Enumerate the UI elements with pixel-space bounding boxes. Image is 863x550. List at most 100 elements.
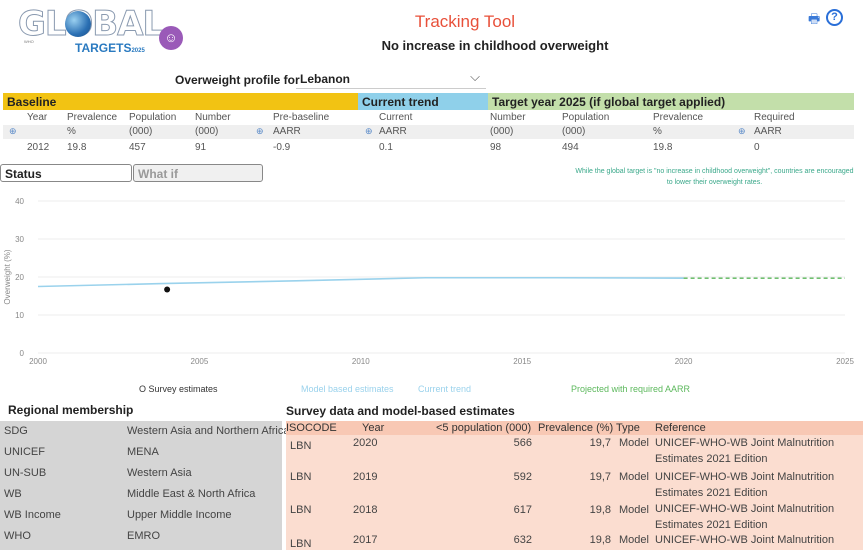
cell-year: 2019: [353, 471, 378, 483]
col-target-population: Population: [562, 112, 610, 123]
val-target-number: 98: [490, 142, 502, 153]
col-required: Required: [754, 112, 795, 123]
legend-projected: Projected with required AARR: [571, 384, 691, 394]
col-current: Current: [379, 112, 413, 123]
col-prevalence: Prevalence (%): [538, 422, 614, 434]
target-header: Target year 2025 (if global target appli…: [488, 93, 854, 110]
link-icon[interactable]: ⊕: [738, 126, 746, 137]
cell-prev: 19,8: [589, 504, 611, 516]
cell-pop: 632: [513, 534, 532, 546]
ref-line2: Estimates 2021 Edition: [655, 487, 768, 499]
target-note: While the global target is "no increase …: [575, 168, 854, 186]
cell-pop: 566: [513, 437, 532, 449]
val-current: 0.1: [379, 142, 393, 153]
col-prevalence: Prevalence: [67, 112, 118, 123]
regional-row: SDG Western Asia and Northern Africa: [0, 421, 289, 442]
col-year: Year: [362, 422, 385, 434]
x-tick-label: 2015: [513, 357, 531, 366]
page-subtitle: No increase in childhood overweight: [381, 38, 609, 53]
chevron-down-icon: ⌵: [470, 69, 480, 84]
country-select[interactable]: Lebanon ⌵: [296, 67, 486, 89]
cell-year: 2017: [353, 534, 378, 546]
regional-value: Upper Middle Income: [127, 509, 232, 521]
col-isocode: ISOCODE: [286, 422, 337, 434]
logo-year: 2025: [131, 48, 145, 54]
summary-units-row: ⊕ % (000) (000) ⊕ AARR ⊕ AARR (000) (000…: [3, 125, 854, 139]
unit-target-number: (000): [490, 126, 514, 137]
ref-line2: Estimates 2021 Edition: [655, 453, 768, 465]
link-icon[interactable]: ⊕: [256, 126, 264, 137]
y-tick-label: 10: [15, 311, 24, 320]
val-target-population: 494: [562, 142, 579, 153]
regional-row: UN-SUB Western Asia: [0, 463, 282, 484]
cell-prev: 19,7: [589, 471, 611, 483]
regional-label: WHO: [4, 530, 31, 542]
y-tick-label: 30: [15, 235, 24, 244]
regional-value: MENA: [127, 446, 159, 458]
regional-label: UN-SUB: [4, 467, 47, 479]
mother-child-icon: ☺: [159, 26, 183, 50]
cell-reference: UNICEF-WHO-WB Joint Malnutrition: [655, 532, 834, 548]
cell-type: Model: [619, 437, 649, 449]
cell-iso: LBN: [290, 440, 312, 452]
summary-header-row: Year Prevalence Population Number Pre-ba…: [3, 111, 854, 125]
regional-value: Western Asia: [127, 467, 192, 479]
x-tick-label: 2020: [675, 357, 693, 366]
logo-targets: TARGETS2025: [75, 41, 145, 55]
cell-iso: LBN: [290, 538, 312, 550]
tab-status[interactable]: Status: [0, 164, 132, 182]
logo-sub: WHO: [24, 39, 34, 44]
regional-label: UNICEF: [4, 446, 45, 458]
val-required: 0: [754, 142, 760, 153]
regional-row: WHO EMRO: [0, 526, 282, 547]
cell-prev: 19,7: [589, 437, 611, 449]
link-icon[interactable]: ⊕: [9, 126, 17, 137]
col-target-prevalence: Prevalence: [653, 112, 704, 123]
legend-current-trend: Current trend: [418, 384, 472, 394]
val-prebaseline: -0.9: [273, 142, 291, 153]
cell-reference: UNICEF-WHO-WB Joint Malnutrition Estimate…: [655, 435, 834, 467]
cell-type: Model: [619, 504, 649, 516]
x-tick-label: 2025: [836, 357, 854, 366]
col-number: Number: [195, 112, 231, 123]
unit-current: AARR: [379, 126, 407, 137]
y-tick-label: 20: [15, 273, 24, 282]
tab-what-if[interactable]: What if: [133, 164, 263, 182]
regional-title: Regional membership: [8, 403, 134, 417]
link-icon[interactable]: ⊕: [365, 126, 373, 137]
cell-iso: LBN: [290, 504, 312, 516]
cell-type: Model: [619, 534, 649, 546]
col-type: Type: [616, 422, 640, 434]
unit-population: (000): [129, 126, 153, 137]
baseline-header: Baseline: [3, 93, 358, 110]
x-tick-label: 2000: [29, 357, 47, 366]
val-prevalence: 19.8: [67, 142, 87, 153]
app-title: Tracking Tool: [414, 12, 516, 31]
val-number: 91: [195, 142, 207, 153]
val-year: 2012: [27, 142, 50, 153]
help-icon[interactable]: ?: [826, 9, 843, 26]
regional-value: EMRO: [127, 530, 160, 542]
profile-label: Overweight profile for: [175, 73, 300, 87]
ref-line1: UNICEF-WHO-WB Joint Malnutrition: [655, 534, 835, 546]
val-target-prevalence: 19.8: [653, 142, 673, 153]
regional-row: WB Middle East & North Africa: [0, 484, 282, 505]
col-target-number: Number: [490, 112, 526, 123]
globe-icon: [65, 11, 91, 37]
regional-table: SDG Western Asia and Northern Africa UNIC…: [0, 421, 289, 550]
survey-header-row: ISOCODE Year <5 population (000) Prevale…: [286, 421, 863, 435]
print-icon[interactable]: 🖶: [808, 10, 820, 32]
regional-row: UNICEF MENA: [0, 442, 282, 463]
regional-label: SDG: [4, 425, 28, 437]
col-year: Year: [27, 112, 48, 123]
overweight-chart: 0 10 20 30 40 2000 2005 2010 2015 2020 2025 Overwei…: [3, 197, 854, 366]
regional-value: Western Asia and Northern Africa: [127, 425, 290, 437]
ref-line1: UNICEF-WHO-WB Joint Malnutrition: [655, 503, 835, 515]
cell-reference: UNICEF-WHO-WB Joint Malnutrition Estimate…: [655, 469, 834, 501]
legend-survey: O Survey estimates: [139, 384, 218, 394]
logo-targets-text: TARGETS: [75, 41, 132, 55]
y-axis-label: Overweight (%): [3, 249, 12, 304]
unit-required: AARR: [754, 126, 782, 137]
cell-iso: LBN: [290, 471, 312, 483]
survey-table-body[interactable]: LBN 2020 566 19,7 Model UNICEF-WHO-WB Jo…: [286, 435, 863, 550]
